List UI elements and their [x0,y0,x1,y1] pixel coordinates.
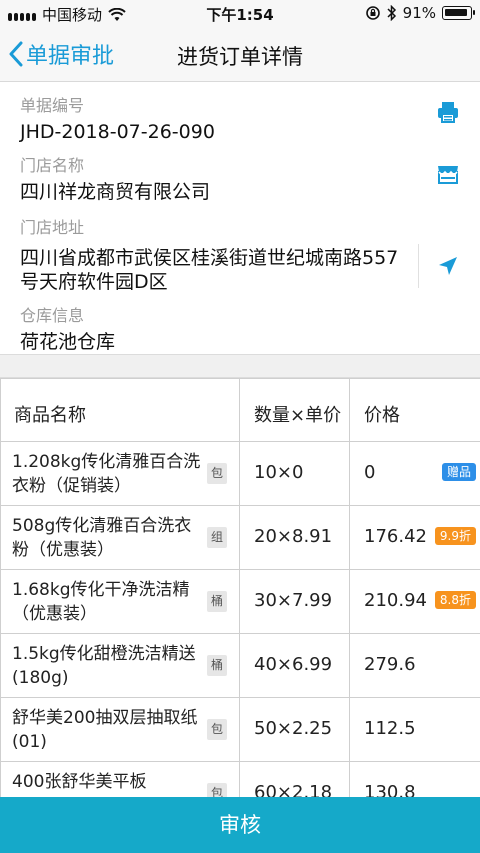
price-cell: 176.42 9.9折 [350,506,480,569]
qty-value: 50×2.25 [254,718,333,739]
status-bar: 中国移动 下午1:54 91% [0,0,480,28]
warehouse-value: 荷花池仓库 [20,331,116,353]
unit-tag: 桶 [207,655,227,676]
order-no-label: 单据编号 [20,96,85,115]
header-cell-name: 商品名称 [0,379,240,441]
store-name-value: 四川祥龙商贸有限公司 [20,181,211,203]
price-cell: 112.5 [350,698,480,761]
qty-cell: 50×2.25 [240,698,350,761]
header-cell-price: 价格 [350,379,480,441]
price-cell: 210.94 8.8折 [350,570,480,633]
store-address-label: 门店地址 [20,218,85,237]
table-header: 商品名称 数量×单价 价格 [0,378,480,442]
unit-tag: 桶 [207,591,227,612]
audit-button[interactable]: 审核 [0,797,480,853]
table-row[interactable]: 1.208kg传化清雅百合洗衣粉（促销装） 包 10×0 0 赠品 [0,442,480,506]
discount-badge: 9.9折 [434,527,476,545]
back-label: 单据审批 [26,44,115,69]
store-name-row: 门店名称 四川祥龙商贸有限公司 [20,152,210,204]
qty-value: 20×8.91 [254,526,333,547]
price-cell: 279.6 [350,634,480,697]
product-name: 1.5kg传化甜橙洗洁精送(180g) [12,644,196,688]
header-qty: 数量×单价 [254,405,342,426]
product-name-cell: 1.68kg传化干净洗洁精（优惠装） 桶 [0,570,240,633]
product-name: 1.208kg传化清雅百合洗衣粉（促销装） [12,452,201,496]
qty-value: 30×7.99 [254,590,333,611]
header-name: 商品名称 [14,405,86,426]
product-name: 400张舒华美平板 [12,772,147,792]
product-name-cell: 舒华美200抽双层抽取纸(01) 包 [0,698,240,761]
unit-tag: 包 [207,719,227,740]
table-row[interactable]: 1.68kg传化干净洗洁精（优惠装） 桶 30×7.99 210.94 8.8折 [0,570,480,634]
battery-icon [442,6,475,20]
qty-cell: 10×0 [240,442,350,505]
qty-cell: 20×8.91 [240,506,350,569]
section-divider [0,354,480,378]
price-value: 279.6 [364,654,416,675]
unit-tag: 包 [207,463,227,484]
store-icon[interactable] [436,162,460,186]
product-name-cell: 1.5kg传化甜橙洗洁精送(180g) 桶 [0,634,240,697]
warehouse-label: 仓库信息 [20,306,85,325]
qty-value: 10×0 [254,462,304,483]
price-value: 0 [364,462,376,483]
product-name-cell: 508g传化清雅百合洗衣粉（优惠装） 组 [0,506,240,569]
gift-badge: 赠品 [441,463,476,481]
qty-cell: 30×7.99 [240,570,350,633]
header-price: 价格 [364,405,400,426]
table-row[interactable]: 1.5kg传化甜橙洗洁精送(180g) 桶 40×6.99 279.6 [0,634,480,698]
product-name-cell: 1.208kg传化清雅百合洗衣粉（促销装） 包 [0,442,240,505]
header-cell-qty: 数量×单价 [240,379,350,441]
location-arrow-icon[interactable] [436,254,460,278]
unit-tag: 组 [207,527,227,548]
store-name-label: 门店名称 [20,156,85,175]
lock-rotation-icon [365,6,380,20]
price-value: 112.5 [364,718,416,739]
table-row[interactable]: 508g传化清雅百合洗衣粉（优惠装） 组 20×8.91 176.42 9.9折 [0,506,480,570]
order-info-section: 单据编号 JHD-2018-07-26-090 门店名称 四川祥龙商贸有限公司 … [0,82,480,354]
order-no-value: JHD-2018-07-26-090 [20,121,215,143]
qty-cell: 40×6.99 [240,634,350,697]
price-value: 210.94 [364,590,427,611]
qty-value: 40×6.99 [254,654,333,675]
battery-percent: 91% [402,4,436,22]
table-row[interactable]: 舒华美200抽双层抽取纸(01) 包 50×2.25 112.5 [0,698,480,762]
product-name: 1.68kg传化干净洗洁精（优惠装） [12,580,190,624]
printer-icon[interactable] [436,100,460,124]
address-separator [418,244,419,288]
warehouse-row: 仓库信息 荷花池仓库 [20,302,115,354]
bluetooth-icon [387,5,396,21]
nav-bar: 单据审批 进货订单详情 [0,28,480,82]
back-button[interactable]: 单据审批 [8,38,114,70]
product-name: 508g传化清雅百合洗衣粉（优惠装） [12,516,192,560]
store-address-row: 门店地址 四川省成都市武侯区桂溪街道世纪城南路557号天府软件园D区 [20,214,410,294]
store-address-value: 四川省成都市武侯区桂溪街道世纪城南路557号天府软件园D区 [20,247,399,293]
order-no-row: 单据编号 JHD-2018-07-26-090 [20,92,215,144]
product-name: 舒华美200抽双层抽取纸(01) [12,708,198,752]
chevron-left-icon [9,41,23,67]
price-value: 176.42 [364,526,427,547]
price-cell: 0 赠品 [350,442,480,505]
discount-badge: 8.8折 [434,591,476,609]
